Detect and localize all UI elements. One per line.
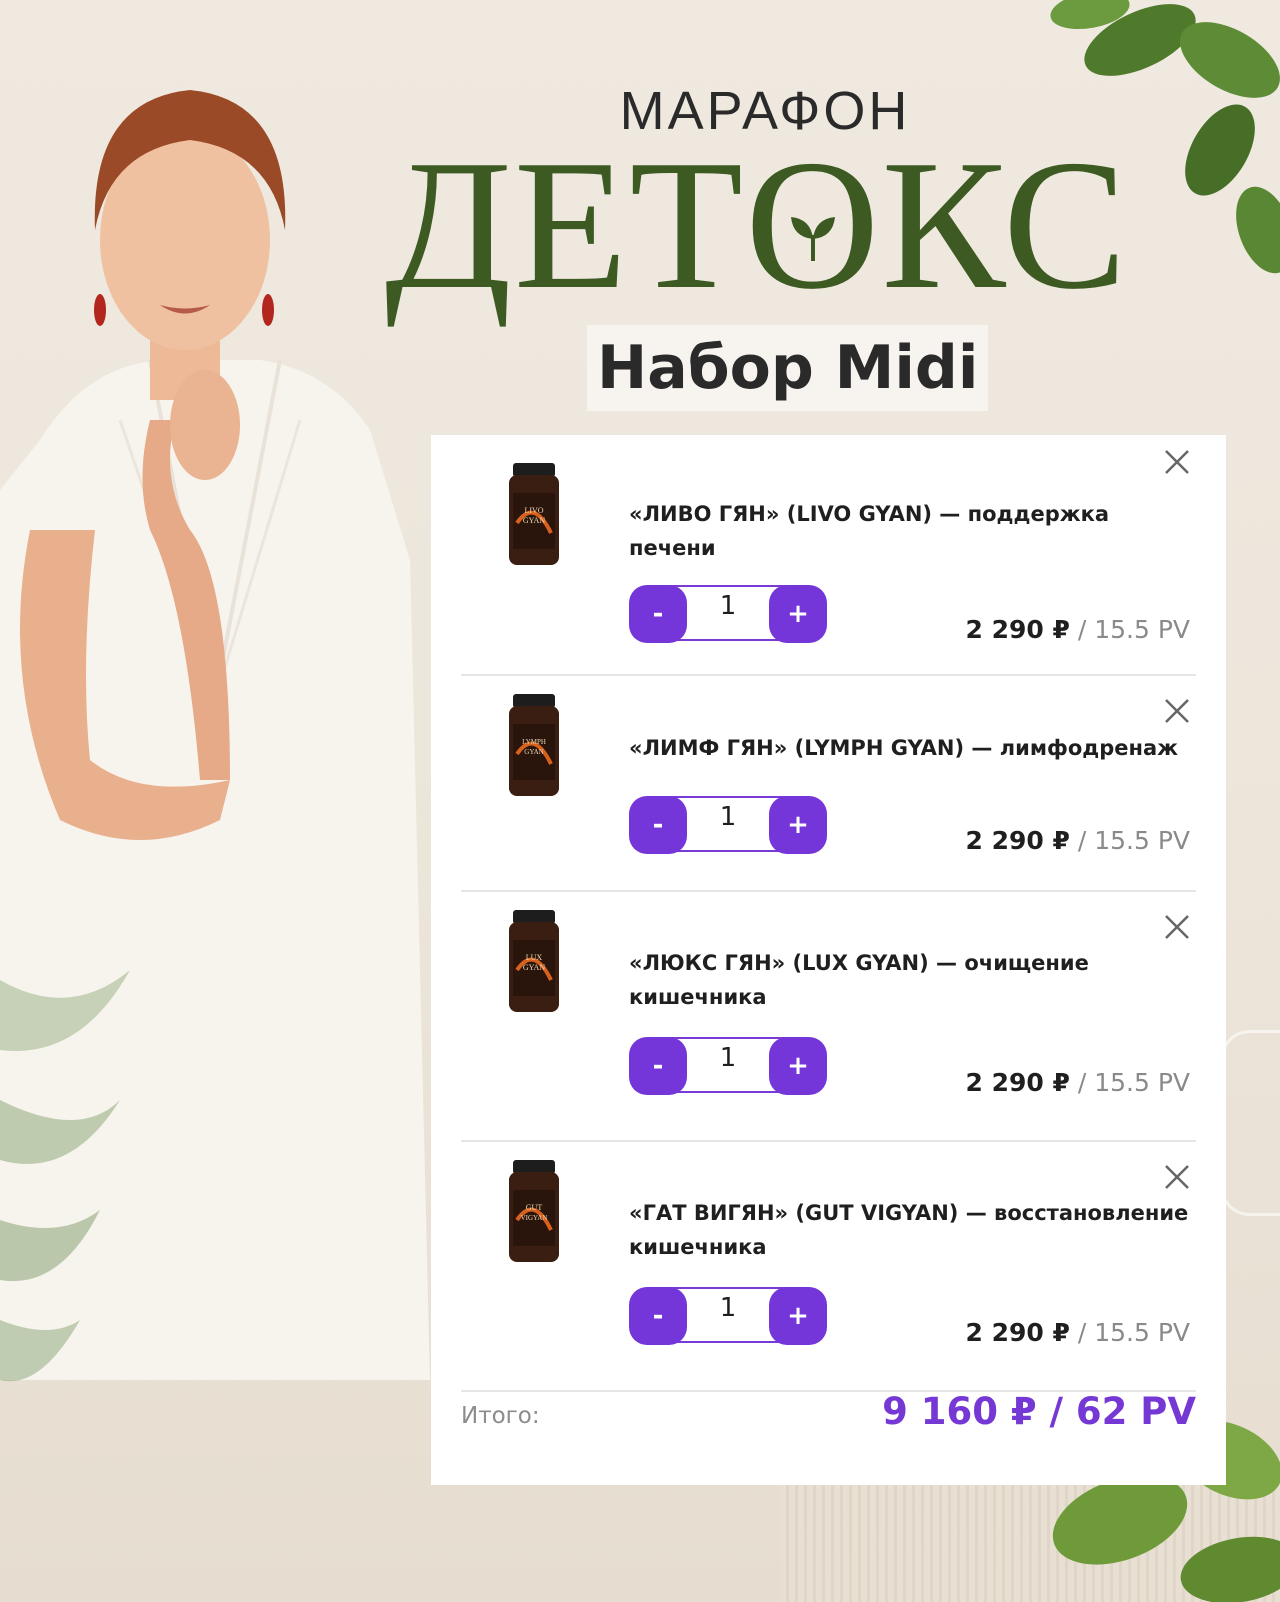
quantity-stepper: - 1 + (629, 585, 827, 643)
price-pv: / 15.5 PV (1069, 615, 1190, 644)
cart-item: LIVO GYAN «ЛИВО ГЯН» (LIVO GYAN) — подде… (431, 435, 1226, 676)
remove-item-close-icon[interactable] (1162, 447, 1192, 477)
svg-text:VIGYAN: VIGYAN (521, 1214, 548, 1222)
glass-decoration (1220, 1030, 1280, 1216)
cart-item: LUX GYAN «ЛЮКС ГЯН» (LUX GYAN) — очищени… (431, 892, 1226, 1142)
quantity-value[interactable]: 1 (689, 802, 767, 832)
product-image: LUX GYAN (509, 910, 559, 1012)
svg-text:GYAN: GYAN (524, 748, 543, 756)
quantity-value[interactable]: 1 (689, 1293, 767, 1323)
cart-panel: LIVO GYAN «ЛИВО ГЯН» (LIVO GYAN) — подде… (431, 435, 1226, 1485)
decrease-button[interactable]: - (629, 1037, 687, 1095)
product-image: LYMPH GYAN (509, 694, 559, 796)
svg-text:GYAN: GYAN (523, 516, 545, 525)
cart-item: GUT VIGYAN «ГАТ ВИГЯН» (GUT VIGYAN) — во… (431, 1142, 1226, 1392)
price-pv: / 15.5 PV (1069, 1318, 1190, 1347)
palm-leaf-decoration (0, 970, 130, 1382)
quantity-stepper: - 1 + (629, 1037, 827, 1095)
item-price: 2 290 ₽ / 15.5 PV (966, 1068, 1191, 1097)
increase-button[interactable]: + (769, 1287, 827, 1345)
product-name: «ЛИМФ ГЯН» (LYMPH GYAN) — лимфодренаж (629, 736, 1179, 760)
remove-item-close-icon[interactable] (1162, 912, 1192, 942)
svg-text:GYAN: GYAN (523, 963, 545, 972)
detox-title-part1: ДЕТ (385, 122, 746, 328)
sprout-icon (791, 217, 836, 261)
detox-title-part2: КС (881, 122, 1129, 328)
decrease-button[interactable]: - (629, 796, 687, 854)
svg-text:LIVO: LIVO (524, 506, 543, 515)
product-name: «ЛЮКС ГЯН» (LUX GYAN) — очищение кишечни… (629, 951, 1089, 1009)
price-rub: 2 290 ₽ (965, 1318, 1070, 1347)
price-rub: 2 290 ₽ (965, 826, 1070, 855)
increase-button[interactable]: + (769, 796, 827, 854)
price-rub: 2 290 ₽ (965, 615, 1070, 644)
decrease-button[interactable]: - (629, 585, 687, 643)
svg-text:GUT: GUT (526, 1203, 543, 1212)
product-name: «ЛИВО ГЯН» (LIVO GYAN) — поддержка печен… (629, 502, 1110, 560)
product-image: LIVO GYAN (509, 463, 559, 565)
svg-text:LYMPH: LYMPH (522, 738, 546, 746)
set-title: Набор Midi (587, 325, 989, 411)
total-value: 9 160 ₽ / 62 PV (882, 1390, 1196, 1433)
cart-item: LYMPH GYAN «ЛИМФ ГЯН» (LYMPH GYAN) — лим… (431, 676, 1226, 892)
remove-item-close-icon[interactable] (1162, 696, 1192, 726)
product-name: «ГАТ ВИГЯН» (GUT VIGYAN) — восстановлени… (629, 1201, 1189, 1259)
item-price: 2 290 ₽ / 15.5 PV (966, 1318, 1191, 1347)
increase-button[interactable]: + (769, 585, 827, 643)
remove-item-close-icon[interactable] (1162, 1162, 1192, 1192)
increase-button[interactable]: + (769, 1037, 827, 1095)
total-label: Итого: (461, 1403, 540, 1429)
item-price: 2 290 ₽ / 15.5 PV (966, 615, 1191, 644)
quantity-value[interactable]: 1 (689, 591, 767, 621)
detox-title: ДЕТО КС (385, 125, 1185, 325)
product-image: GUT VIGYAN (509, 1160, 559, 1262)
quantity-value[interactable]: 1 (689, 1043, 767, 1073)
quantity-stepper: - 1 + (629, 1287, 827, 1345)
price-pv: / 15.5 PV (1069, 826, 1190, 855)
item-price: 2 290 ₽ / 15.5 PV (966, 826, 1191, 855)
decrease-button[interactable]: - (629, 1287, 687, 1345)
price-pv: / 15.5 PV (1069, 1068, 1190, 1097)
quantity-stepper: - 1 + (629, 796, 827, 854)
detox-title-o: О (745, 122, 882, 328)
svg-text:LUX: LUX (526, 953, 543, 962)
price-rub: 2 290 ₽ (965, 1068, 1070, 1097)
